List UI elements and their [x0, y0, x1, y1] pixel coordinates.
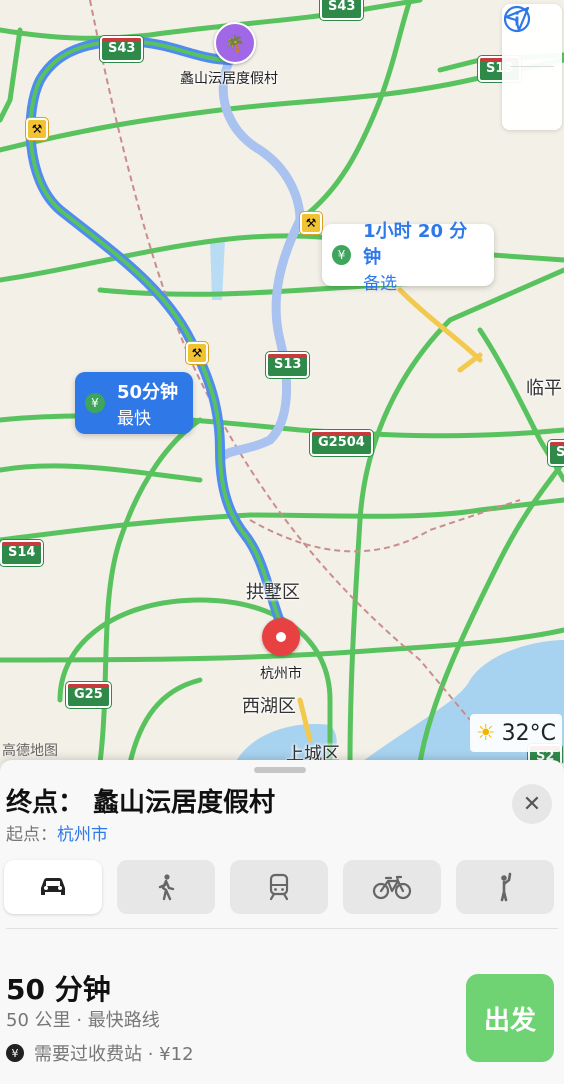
district-label: 拱墅区 [246, 582, 300, 603]
close-button[interactable]: ✕ [512, 784, 552, 824]
route-duration: 50 分钟 [6, 973, 111, 1006]
route-callout-fastest[interactable]: ¥ 50分钟 最快 [75, 372, 193, 434]
route-sheet: 终点： 蠡山沄居度假村 起点：杭州市 ✕ 50 分钟 50 公里 · 最快路线 … [0, 760, 564, 1084]
mode-transit[interactable] [230, 860, 328, 914]
destination-pin[interactable]: 🌴 [214, 22, 256, 64]
route-distance-info: 50 公里 · 最快路线 [6, 1010, 160, 1031]
origin-pin[interactable] [262, 618, 300, 656]
weather-badge: ☀ 32°C [469, 714, 562, 752]
map-view[interactable]: S43 S43 S13 S13 G2504 S14 G25 S2 S ⚒ ⚒ ⚒… [0, 0, 564, 763]
origin-prefix: 起点： [6, 825, 57, 845]
highway-shield: S [548, 440, 564, 466]
highway-shield: S43 [320, 0, 364, 20]
callout-tag: 备选 [363, 273, 398, 294]
walk-icon [158, 874, 175, 901]
mode-ride[interactable] [456, 860, 554, 914]
bike-icon [372, 875, 412, 900]
highway-shield: G2504 [310, 430, 373, 456]
yen-icon: ¥ [85, 393, 105, 413]
train-icon [269, 873, 289, 901]
callout-time: 1小时 20 分钟 [363, 220, 468, 268]
district-label: 临平 [526, 378, 562, 399]
toll-info: ¥ 需要过收费站 · ¥12 [6, 1040, 194, 1066]
yen-icon: ¥ [6, 1044, 24, 1062]
construction-icon: ⚒ [26, 118, 48, 140]
origin-line: 起点：杭州市 [6, 820, 108, 845]
highway-shield: S43 [100, 36, 144, 62]
origin-city-link[interactable]: 杭州市 [57, 825, 108, 845]
toll-text: 需要过收费站 · ¥12 [34, 1044, 194, 1065]
locate-button[interactable] [502, 6, 562, 129]
go-button[interactable]: 出发 [466, 974, 554, 1062]
callout-time: 50分钟 [117, 381, 179, 403]
mode-drive[interactable] [4, 860, 102, 914]
transport-modes [4, 860, 560, 916]
mode-bike[interactable] [343, 860, 441, 914]
origin-label: 杭州市 [260, 666, 302, 682]
destination-label: 蠡山沄居度假村 [180, 71, 278, 87]
callout-tag: 最快 [117, 408, 151, 429]
yen-icon: ¥ [332, 245, 352, 265]
weather-temp: 32°C [501, 720, 556, 746]
highway-shield: S13 [266, 352, 310, 378]
close-icon: ✕ [522, 791, 542, 817]
location-arrow-icon [504, 6, 530, 32]
destination-title: 终点： 蠡山沄居度假村 [6, 788, 276, 818]
hail-icon [500, 872, 512, 902]
sheet-grabber[interactable] [254, 767, 306, 773]
map-controls [502, 4, 562, 130]
construction-icon: ⚒ [186, 342, 208, 364]
construction-icon: ⚒ [300, 212, 322, 234]
highway-shield: S14 [0, 540, 44, 566]
palm-tree-icon: 🌴 [225, 33, 245, 53]
mode-walk[interactable] [117, 860, 215, 914]
car-icon [41, 878, 65, 895]
map-brand: 高德地图 [2, 743, 58, 759]
sun-icon: ☀ [475, 720, 496, 746]
district-label: 西湖区 [242, 696, 296, 717]
highway-shield: G25 [66, 682, 111, 708]
route-callout-alternative[interactable]: ¥ 1小时 20 分钟 备选 [322, 221, 494, 294]
